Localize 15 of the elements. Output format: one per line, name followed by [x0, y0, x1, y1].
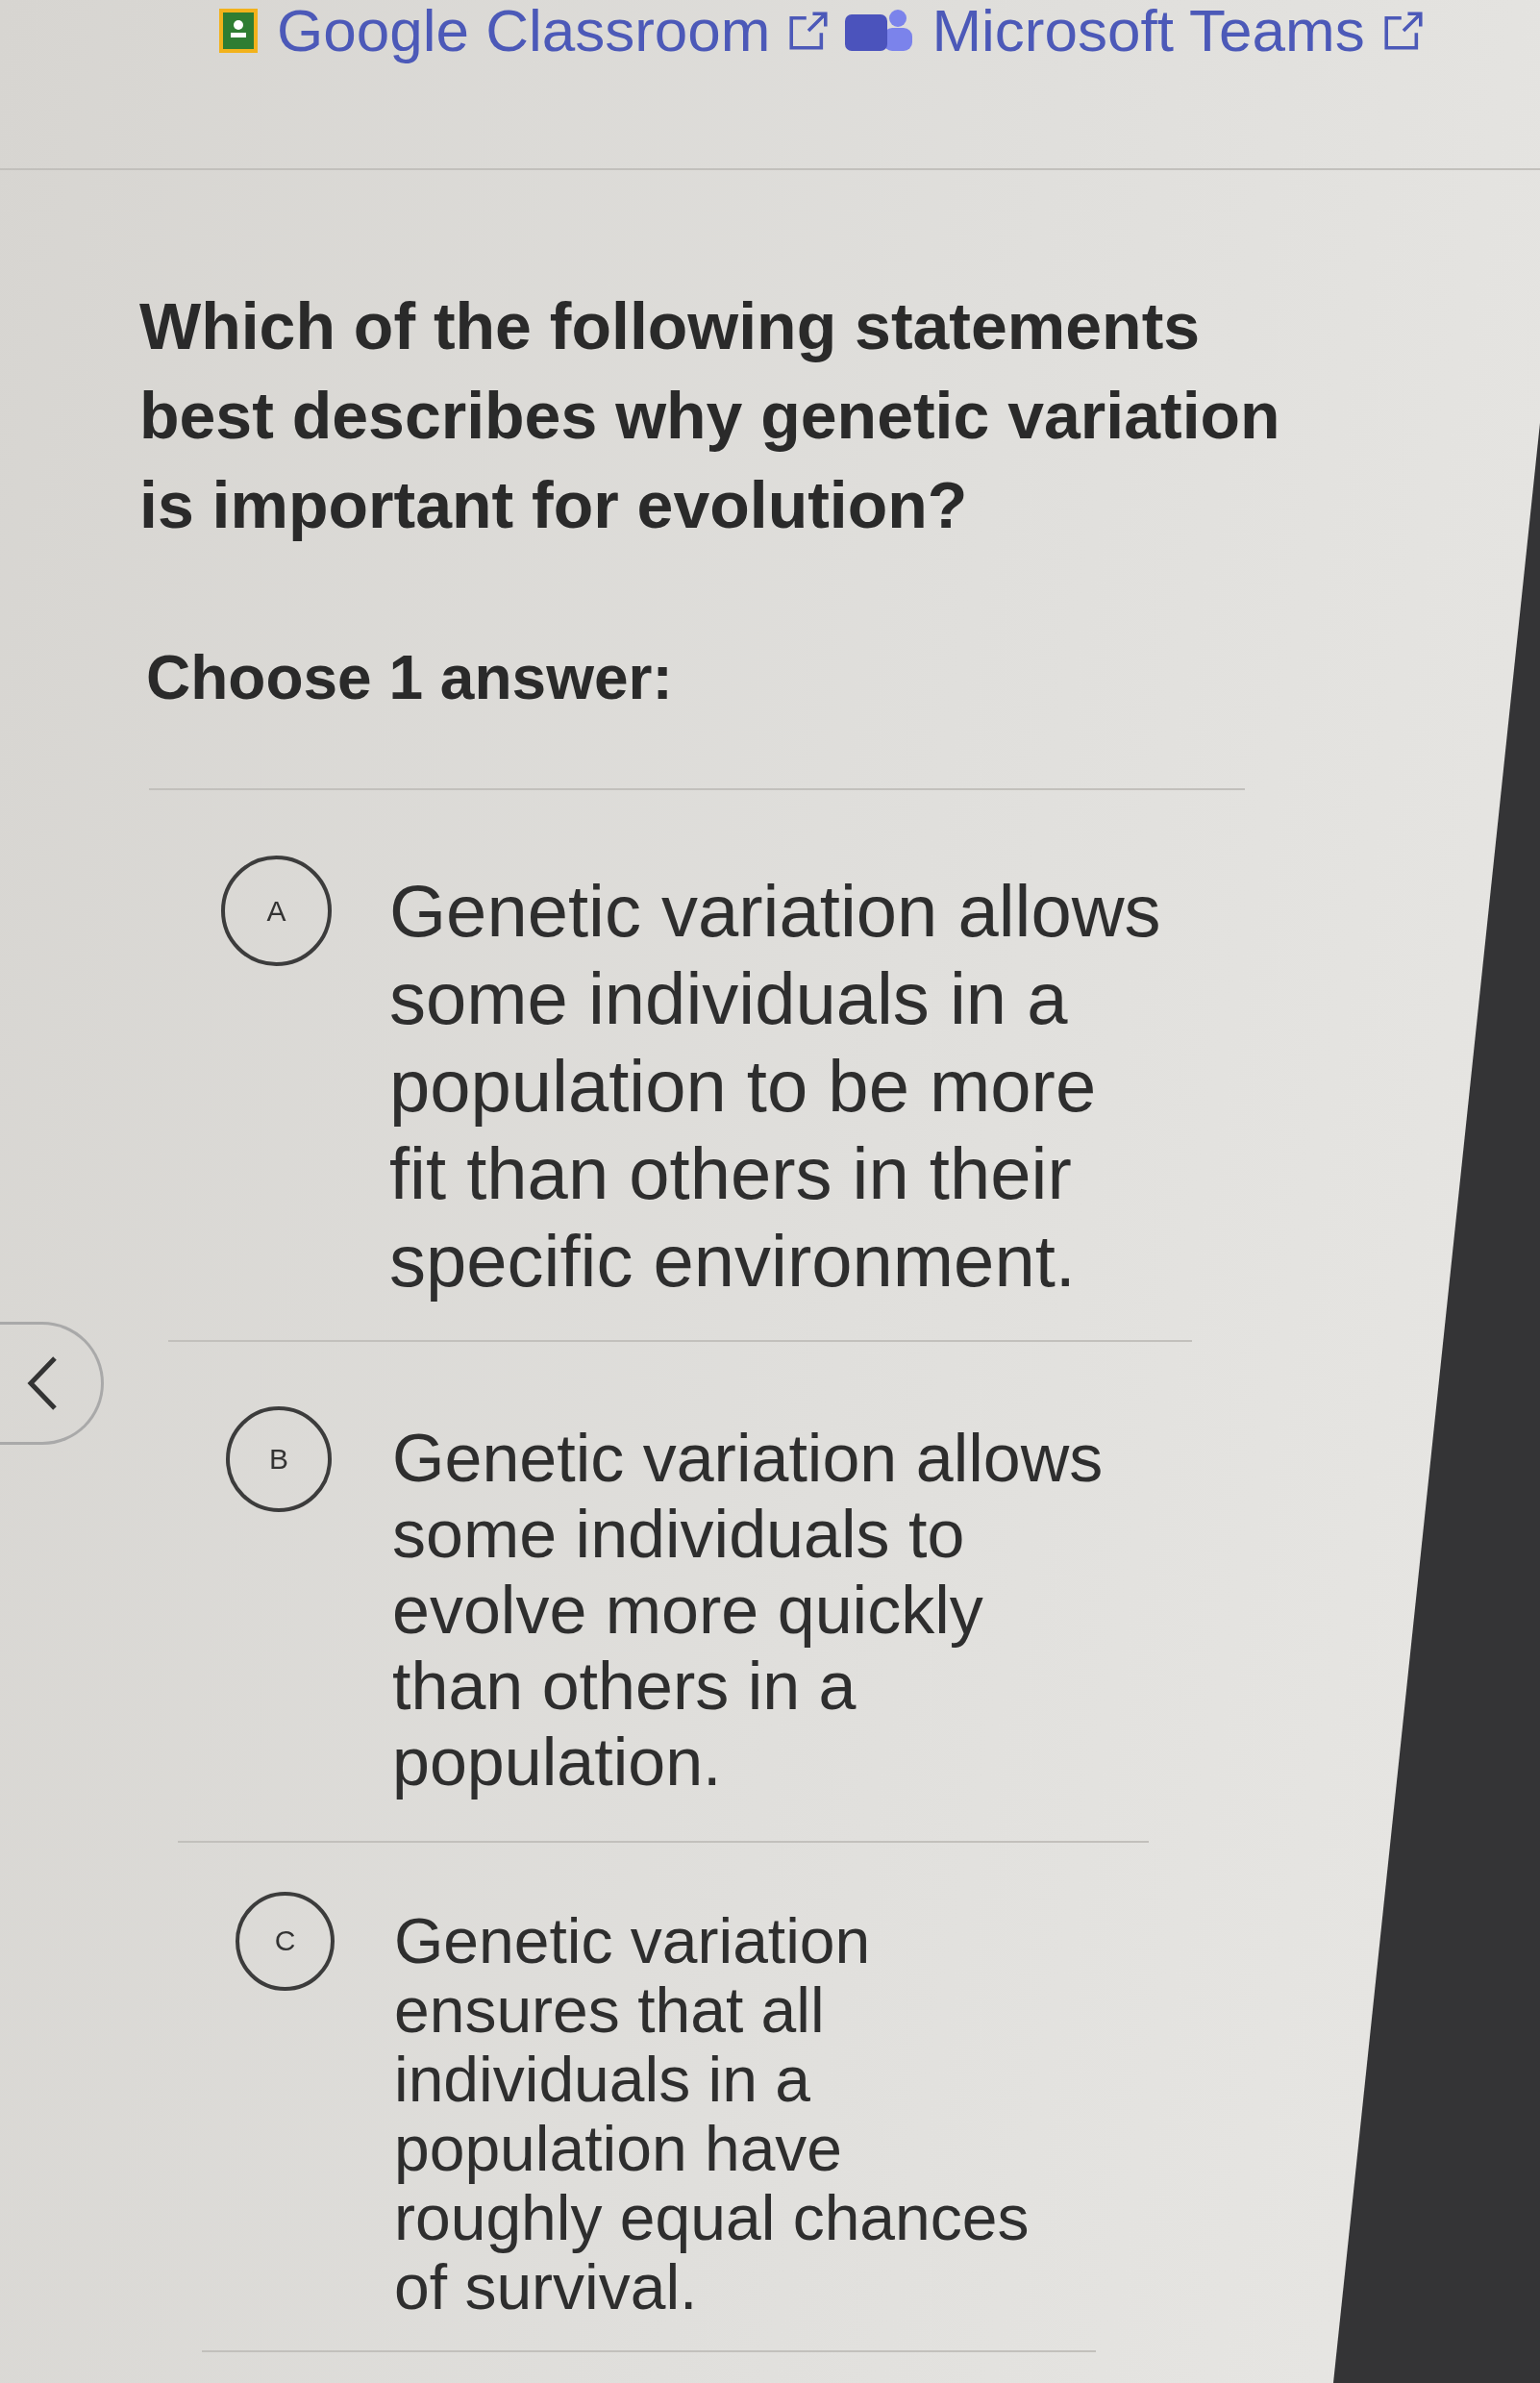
team-logo-icon [845, 9, 913, 53]
previous-button[interactable] [0, 1322, 104, 1445]
instruction-text: Choose 1 answer: [146, 642, 673, 714]
choice-text: Genetic variation ensures that all individuals in a population have roughly equal chances of survival. [394, 1906, 1031, 2321]
chevron-left-icon [27, 1355, 58, 1411]
external-link-icon [789, 12, 829, 50]
external-link-icon [1383, 12, 1423, 50]
question-text: Which of the following statements best describes why genetic variation is important for evolution? [139, 288, 1281, 543]
chalkboard-icon [219, 9, 258, 53]
choice-text: Genetic variation allows some individuals to evolve more quickly than others in a population. [392, 1421, 1105, 1800]
radio-button[interactable]: A [221, 856, 332, 966]
app-link[interactable]: Microsoft Teams [845, 1, 1423, 61]
choice-text: Genetic variation allows some individuals in a population to be more fit than others in their specific environment. [389, 869, 1162, 1303]
radio-button[interactable]: C [236, 1891, 335, 1991]
radio-button[interactable]: B [226, 1405, 332, 1512]
